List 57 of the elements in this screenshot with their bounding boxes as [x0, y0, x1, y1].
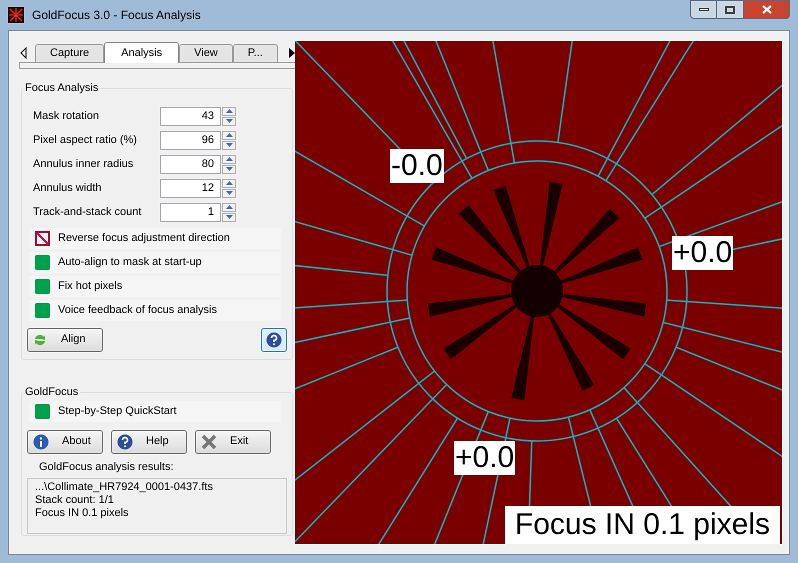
spinner[interactable] — [222, 130, 236, 150]
align-button[interactable]: Align — [27, 328, 103, 352]
question-icon — [117, 434, 133, 450]
help-button[interactable]: Help — [111, 430, 187, 454]
option-label: Step-by-Step QuickStart — [58, 404, 177, 419]
tab[interactable]: Analysis — [104, 42, 180, 63]
refresh-icon — [33, 332, 47, 346]
option-label: Auto-align to mask at start-up — [58, 254, 202, 270]
scroll-right-icon[interactable] — [287, 46, 297, 60]
tab[interactable]: P... — [232, 44, 278, 62]
checkbox[interactable] — [35, 278, 50, 294]
about-button[interactable]: About — [27, 430, 103, 454]
spinner[interactable] — [222, 154, 236, 174]
field-label: Pixel aspect ratio (%) — [33, 132, 138, 148]
results-label: GoldFocus analysis results: — [39, 460, 174, 474]
tab[interactable]: Capture — [35, 44, 104, 62]
minimize-button[interactable] — [690, 0, 717, 19]
maximize-button[interactable] — [717, 0, 743, 19]
checkbox[interactable] — [35, 230, 50, 246]
field-label: Annulus inner radius — [33, 156, 134, 172]
field-label: Mask rotation — [33, 108, 100, 124]
focus-offset-label: +0.0 — [454, 441, 516, 475]
group-title: Focus Analysis — [24, 81, 100, 96]
close-icon — [762, 5, 772, 14]
checkbox[interactable] — [35, 404, 50, 418]
tab[interactable]: View — [179, 44, 233, 62]
option-label: Reverse focus adjustment direction — [58, 230, 230, 246]
number-field[interactable]: 96 — [160, 130, 221, 150]
option-label: Fix hot pixels — [58, 278, 122, 294]
spinner[interactable] — [222, 106, 236, 126]
info-icon — [33, 434, 49, 450]
field-label: Track-and-stack count — [33, 204, 142, 220]
window-title: GoldFocus 3.0 - Focus Analysis — [32, 7, 201, 24]
focus-offset-label: +0.0 — [672, 236, 734, 270]
scroll-left-icon[interactable] — [19, 46, 29, 60]
spinner[interactable] — [222, 178, 236, 198]
focus-offset-label: -0.0 — [390, 149, 444, 183]
spinner[interactable] — [222, 202, 236, 222]
option-label: Voice feedback of focus analysis — [58, 302, 217, 318]
number-field[interactable]: 12 — [160, 178, 221, 198]
cross-icon — [201, 434, 217, 450]
checkbox[interactable] — [35, 254, 50, 270]
checkbox[interactable] — [35, 302, 50, 318]
focus-result-caption: Focus IN 0.1 pixels — [504, 506, 780, 544]
app-logo-icon — [8, 7, 24, 23]
result-line: Stack count: 1/1 — [35, 494, 115, 507]
help-button[interactable] — [261, 328, 287, 352]
close-button[interactable] — [743, 0, 790, 19]
question-icon — [266, 332, 282, 348]
field-label: Annulus width — [33, 180, 102, 196]
number-field[interactable]: 1 — [160, 202, 221, 222]
result-line: Focus IN 0.1 pixels — [35, 507, 130, 520]
number-field[interactable]: 80 — [160, 154, 221, 174]
number-field[interactable]: 43 — [160, 106, 221, 126]
result-line: ...\Collimate_HR7924_0001-0437.fts — [35, 481, 214, 494]
group-title: GoldFocus — [24, 385, 80, 400]
exit-button[interactable]: Exit — [195, 430, 271, 454]
